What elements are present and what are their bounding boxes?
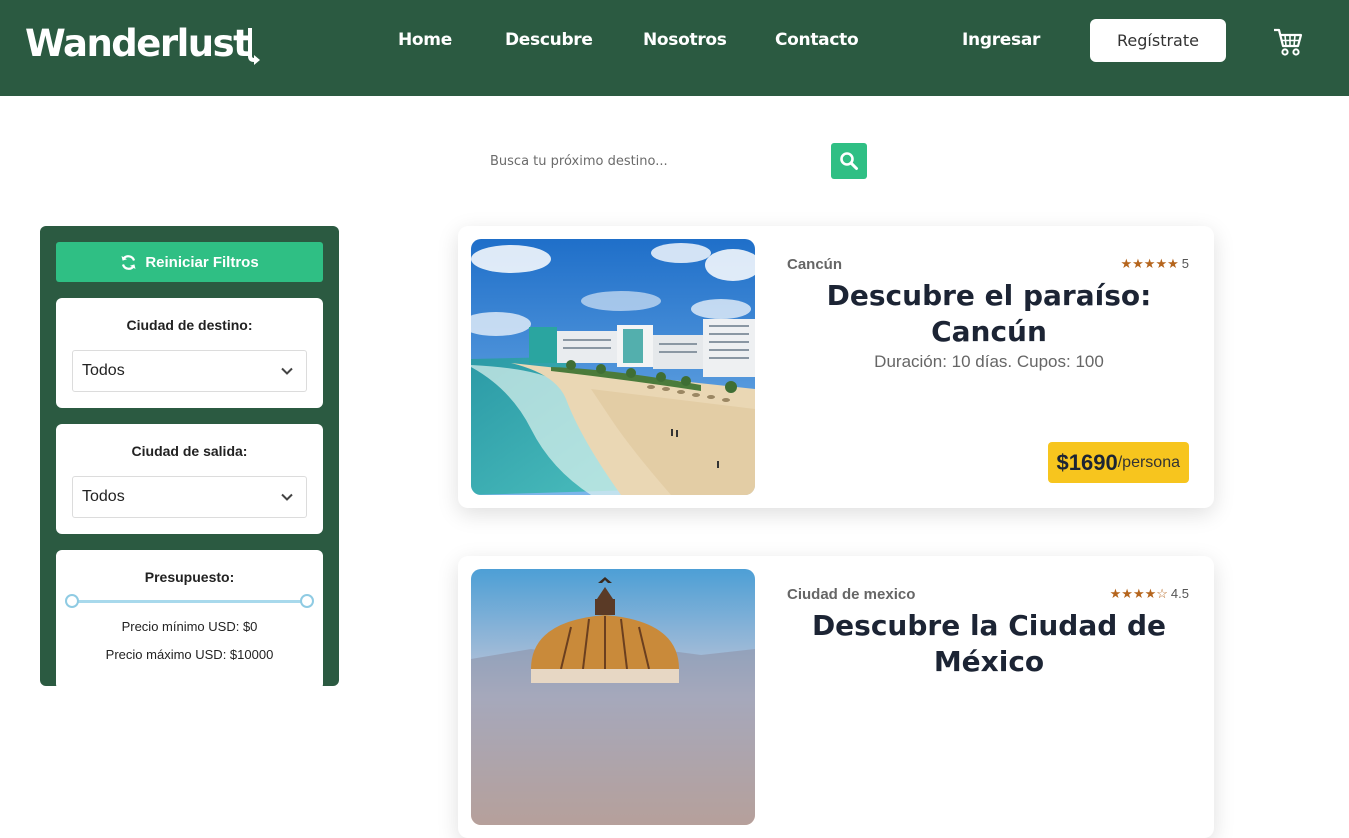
nav-nosotros[interactable]: Nosotros — [643, 30, 727, 50]
nav-contacto[interactable]: Contacto — [775, 30, 859, 50]
min-price-label: Precio mínimo USD: $0 — [121, 619, 258, 634]
logo-text: Wanderlust — [25, 22, 251, 65]
card-title-line1: Descubre la Ciudad de — [811, 609, 1167, 642]
chevron-down-icon — [281, 367, 293, 375]
search-input[interactable] — [478, 143, 823, 179]
card-subtitle: Duración: 10 días. Cupos: 100 — [874, 352, 1104, 371]
logo-arrow-icon — [248, 28, 261, 65]
login-link[interactable]: Ingresar — [962, 30, 1040, 50]
budget-filter-title: Presupuesto: — [144, 569, 235, 585]
departure-filter-title: Ciudad de salida: — [131, 443, 248, 459]
card-title-line1: Descubre el paraíso: — [826, 279, 1152, 312]
cart-icon[interactable] — [1272, 27, 1304, 57]
card-title-line2: México — [933, 645, 1045, 678]
rating-value: 5 — [1181, 256, 1189, 271]
card-title: Descubre el paraíso: Cancún — [787, 278, 1191, 350]
star-icon: ★★★★★ — [1120, 256, 1179, 271]
star-icon: ★★★★☆ — [1109, 586, 1168, 601]
tour-card[interactable]: Cancún ★★★★★ 5 Descubre el paraíso: Cancú… — [458, 226, 1214, 508]
price-badge: $1690 /persona — [1047, 442, 1189, 483]
destination-select-value: Todos — [82, 362, 125, 379]
search-bar — [478, 143, 868, 179]
logo[interactable]: Wanderlust — [25, 22, 261, 66]
card-title-line2: Cancún — [931, 315, 1047, 348]
nav-home[interactable]: Home — [398, 30, 452, 50]
tour-card[interactable]: Ciudad de mexico ★★★★☆ 4.5 Descubre la Ci… — [458, 556, 1214, 838]
cdmx-palace-image — [471, 569, 755, 825]
budget-min-thumb[interactable] — [65, 594, 79, 608]
search-icon — [840, 152, 858, 170]
card-city: Cancún — [787, 256, 843, 273]
price-per: /persona — [1117, 453, 1180, 471]
destination-filter-title: Ciudad de destino: — [126, 317, 253, 333]
register-button[interactable]: Regístrate — [1090, 19, 1226, 62]
departure-select-value: Todos — [82, 488, 125, 505]
destination-select[interactable]: Todos — [72, 350, 307, 392]
departure-select[interactable]: Todos — [72, 476, 307, 518]
reset-filters-label: Reiniciar Filtros — [145, 253, 259, 271]
card-city: Ciudad de mexico — [787, 586, 916, 603]
chevron-down-icon — [281, 493, 293, 501]
budget-filter: Presupuesto: Precio mínimo USD: $0 Preci… — [56, 550, 323, 690]
reset-filters-button[interactable]: Reiniciar Filtros — [56, 242, 323, 282]
filters-sidebar: Reiniciar Filtros Ciudad de destino: Tod… — [40, 226, 339, 690]
price-amount: $1690 — [1056, 449, 1118, 475]
card-rating: ★★★★★ 5 — [1120, 256, 1189, 272]
cancun-beach-image — [471, 239, 755, 495]
card-rating: ★★★★☆ 4.5 — [1110, 586, 1189, 602]
rating-value: 4.5 — [1170, 586, 1189, 601]
nav-descubre[interactable]: Descubre — [505, 30, 593, 50]
search-button[interactable] — [831, 143, 867, 179]
budget-max-thumb[interactable] — [300, 594, 314, 608]
top-header: Wanderlust Home Descubre Nosotros Contac… — [0, 0, 1349, 96]
destination-filter: Ciudad de destino: Todos — [56, 298, 323, 408]
departure-filter: Ciudad de salida: Todos — [56, 424, 323, 534]
max-price-label: Precio máximo USD: $10000 — [105, 647, 274, 662]
card-title: Descubre la Ciudad de México — [787, 608, 1191, 680]
budget-slider-track[interactable] — [72, 600, 307, 603]
refresh-icon — [121, 254, 136, 270]
